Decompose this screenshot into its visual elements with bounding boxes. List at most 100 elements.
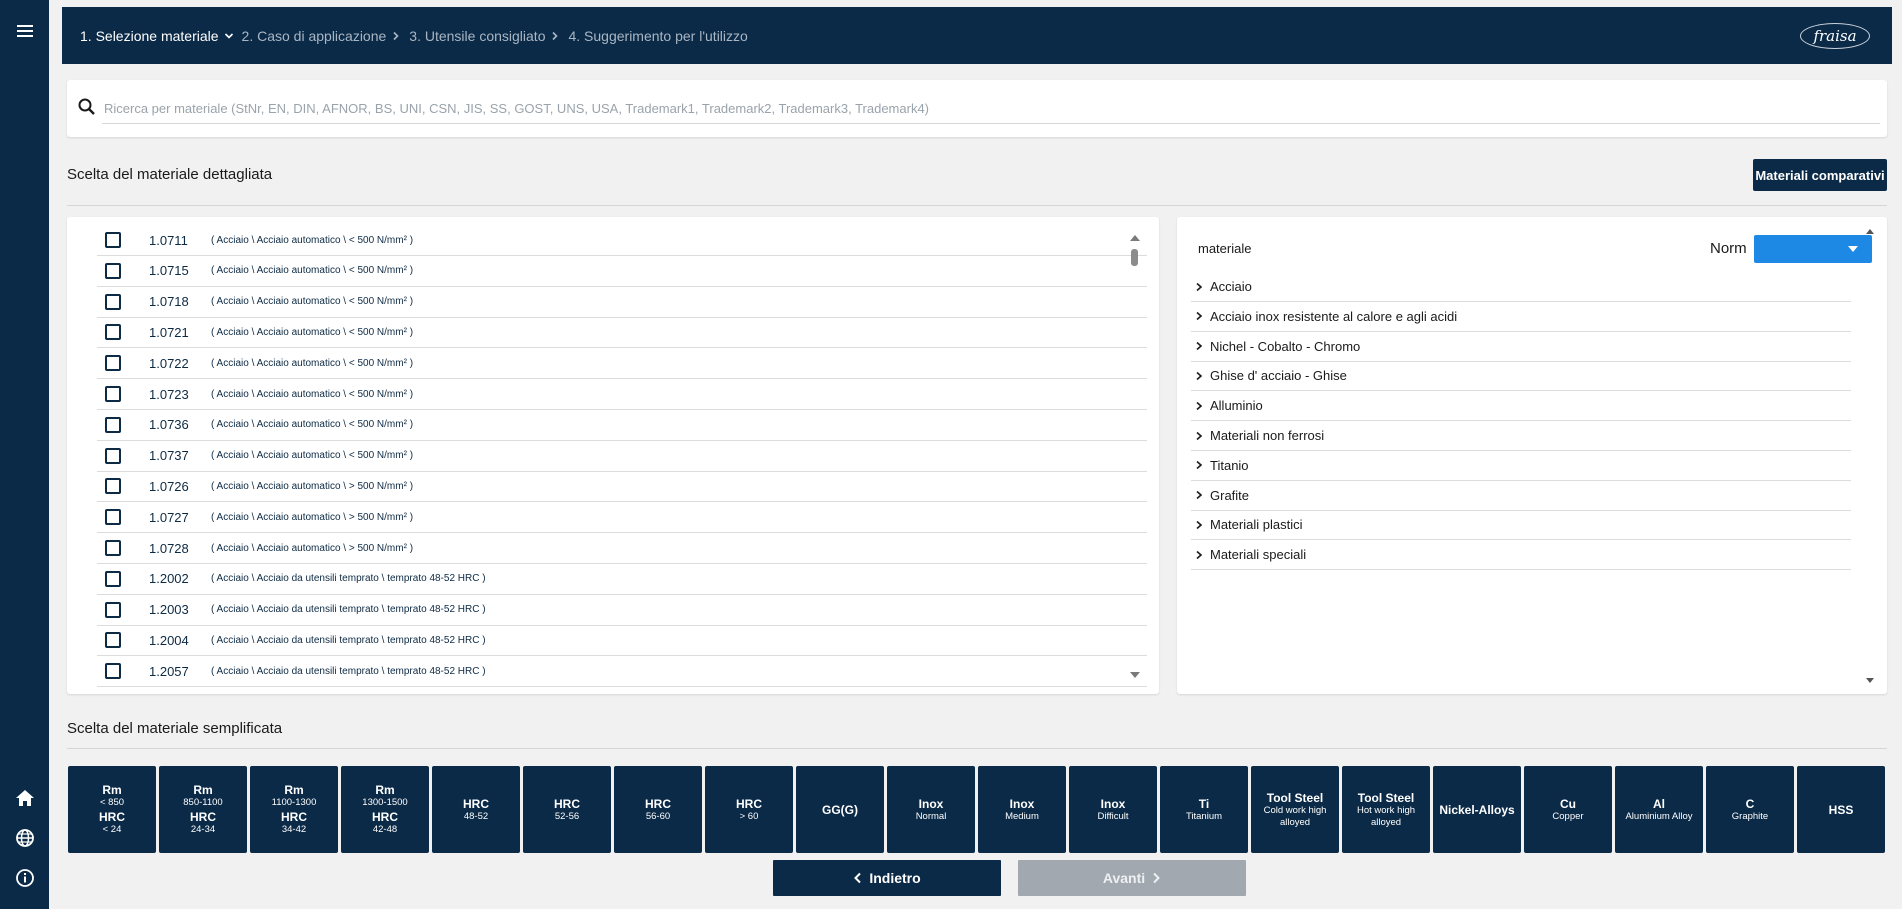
list-item[interactable]: 1.2003 ( Acciaio \ Acciaio da utensili te… (97, 595, 1147, 626)
category-item[interactable]: Materiali non ferrosi (1191, 421, 1851, 451)
material-tile[interactable]: Rm 1300-1500 HRC 42-48 (341, 766, 429, 853)
next-button[interactable]: Avanti (1018, 860, 1246, 896)
category-item[interactable]: Grafite (1191, 481, 1851, 511)
material-code: 1.0721 (149, 324, 189, 340)
tree-scrollbar[interactable] (1865, 229, 1875, 684)
list-scrollbar[interactable] (1129, 235, 1141, 680)
material-tile[interactable]: Al Aluminium Alloy (1615, 766, 1703, 853)
material-checkbox[interactable] (105, 509, 121, 526)
back-button[interactable]: Indietro (773, 860, 1001, 896)
category-item[interactable]: Acciaio (1191, 272, 1851, 302)
menu-icon[interactable] (12, 18, 38, 44)
globe-icon[interactable] (12, 825, 38, 851)
material-checkbox[interactable] (105, 293, 121, 310)
material-checkbox[interactable] (105, 632, 121, 649)
category-item[interactable]: Materiali speciali (1191, 540, 1851, 571)
material-tile[interactable]: C Graphite (1706, 766, 1794, 853)
breadcrumb-step-3[interactable]: 3. Utensile consigliato (409, 28, 568, 44)
list-item[interactable]: 1.0727 ( Acciaio \ Acciaio automatico \ >… (97, 502, 1147, 534)
list-item[interactable]: 1.0728 ( Acciaio \ Acciaio automatico \ >… (97, 533, 1147, 564)
material-checkbox[interactable] (105, 447, 121, 464)
tile-line: 34-42 (281, 824, 307, 835)
breadcrumb-step-4[interactable]: 4. Suggerimento per l'utilizzo (568, 28, 747, 44)
material-checkbox[interactable] (105, 570, 121, 587)
category-item[interactable]: Ghise d' acciaio - Ghise (1191, 361, 1851, 392)
material-checkbox[interactable] (105, 663, 121, 680)
category-item[interactable]: Materiali plastici (1191, 510, 1851, 541)
material-tile[interactable]: Inox Medium (978, 766, 1066, 853)
list-item[interactable]: 1.0711 ( Acciaio \ Acciaio automatico \ <… (97, 225, 1147, 256)
tile-line: HRC (645, 796, 671, 811)
material-checkbox[interactable] (105, 324, 121, 341)
scroll-down-icon[interactable] (1866, 678, 1874, 683)
material-tile[interactable]: Inox Normal (887, 766, 975, 853)
compare-materials-button[interactable]: Materiali comparativi (1753, 159, 1887, 191)
norm-select[interactable] (1754, 235, 1872, 263)
scroll-thumb[interactable] (1131, 249, 1138, 266)
material-tile[interactable]: Tool Steel Cold work high alloyed (1251, 766, 1339, 853)
list-item[interactable]: 1.2057 ( Acciaio \ Acciaio da utensili te… (97, 656, 1147, 688)
category-label: Titanio (1210, 457, 1249, 473)
material-tile[interactable]: Rm < 850 HRC < 24 (68, 766, 156, 853)
tile-line: Ti (1198, 796, 1210, 811)
material-checkbox[interactable] (105, 540, 121, 556)
material-code: 1.2003 (149, 602, 189, 618)
material-checkbox[interactable] (105, 478, 121, 495)
tile-line: Copper (1552, 810, 1584, 822)
material-tile[interactable]: HSS (1797, 766, 1885, 853)
list-item[interactable]: 1.0736 ( Acciaio \ Acciaio automatico \ <… (97, 410, 1147, 441)
material-tile[interactable]: HRC 52-56 (523, 766, 611, 853)
material-checkbox[interactable] (105, 386, 121, 402)
material-code: 1.2057 (149, 663, 189, 679)
tile-line: 52-56 (554, 810, 580, 822)
category-label: Acciaio inox resistente al calore e agli… (1210, 308, 1458, 324)
material-tile[interactable]: Nickel-Alloys (1433, 766, 1521, 853)
material-tile[interactable]: GG(G) (796, 766, 884, 853)
category-item[interactable]: Alluminio (1191, 391, 1851, 422)
material-checkbox[interactable] (105, 416, 121, 433)
info-icon[interactable] (12, 865, 38, 891)
materials-list[interactable]: 1.0711 ( Acciaio \ Acciaio automatico \ <… (67, 217, 1159, 694)
material-checkbox[interactable] (105, 601, 121, 618)
material-tile[interactable]: Cu Copper (1524, 766, 1612, 853)
search-input[interactable] (102, 94, 1880, 124)
divider (67, 205, 1887, 206)
list-item[interactable]: 1.0721 ( Acciaio \ Acciaio automatico \ <… (97, 317, 1147, 349)
home-icon[interactable] (12, 785, 38, 811)
list-item[interactable]: 1.0726 ( Acciaio \ Acciaio automatico \ >… (97, 471, 1147, 503)
list-item[interactable]: 1.0715 ( Acciaio \ Acciaio automatico \ <… (97, 256, 1147, 287)
category-label: Materiali non ferrosi (1210, 428, 1325, 443)
list-item[interactable]: 1.0723 ( Acciaio \ Acciaio automatico \ <… (97, 379, 1147, 410)
material-tile[interactable]: Tool Steel Hot work high alloyed (1342, 766, 1430, 853)
list-item[interactable]: 1.2002 ( Acciaio \ Acciaio da utensili te… (97, 564, 1147, 595)
fraisa-logo[interactable]: fraisa (1800, 23, 1870, 49)
category-label: Grafite (1210, 487, 1250, 503)
list-item[interactable]: 1.0737 ( Acciaio \ Acciaio automatico \ <… (97, 441, 1147, 472)
material-tile[interactable]: Rm 1100-1300 HRC 34-42 (250, 766, 338, 853)
material-tile[interactable]: Inox Difficult (1069, 766, 1157, 853)
tile-line: Cold work high alloyed (1263, 804, 1327, 828)
category-item[interactable]: Titanio (1191, 451, 1851, 481)
breadcrumb-step-1[interactable]: 1. Selezione materiale (80, 28, 242, 44)
material-description: ( Acciaio \ Acciaio automatico \ < 500 N… (211, 450, 414, 462)
list-item[interactable]: 1.0718 ( Acciaio \ Acciaio automatico \ <… (97, 287, 1147, 318)
material-tile[interactable]: HRC 48-52 (432, 766, 520, 853)
material-checkbox[interactable] (105, 262, 121, 279)
scroll-down-icon[interactable] (1130, 672, 1140, 678)
tile-line: Nickel-Alloys (1439, 802, 1515, 817)
list-item[interactable]: 1.0722 ( Acciaio \ Acciaio automatico \ <… (97, 348, 1147, 380)
material-tile[interactable]: Ti Titanium (1160, 766, 1248, 853)
list-item[interactable]: 1.2004 ( Acciaio \ Acciaio da utensili te… (97, 625, 1147, 657)
tile-line: Difficult (1097, 810, 1129, 822)
scroll-up-icon[interactable] (1866, 229, 1874, 234)
material-checkbox[interactable] (105, 355, 121, 372)
material-checkbox[interactable] (105, 232, 121, 248)
breadcrumb-step-2[interactable]: 2. Caso di applicazione (242, 28, 410, 44)
category-item[interactable]: Nichel - Cobalto - Chromo (1191, 332, 1851, 362)
tile-line: Inox (1100, 796, 1126, 811)
material-tile[interactable]: Rm 850-1100 HRC 24-34 (159, 766, 247, 853)
material-tile[interactable]: HRC > 60 (705, 766, 793, 853)
material-tile[interactable]: HRC 56-60 (614, 766, 702, 853)
category-item[interactable]: Acciaio inox resistente al calore e agli… (1191, 302, 1851, 332)
scroll-up-icon[interactable] (1130, 235, 1140, 241)
